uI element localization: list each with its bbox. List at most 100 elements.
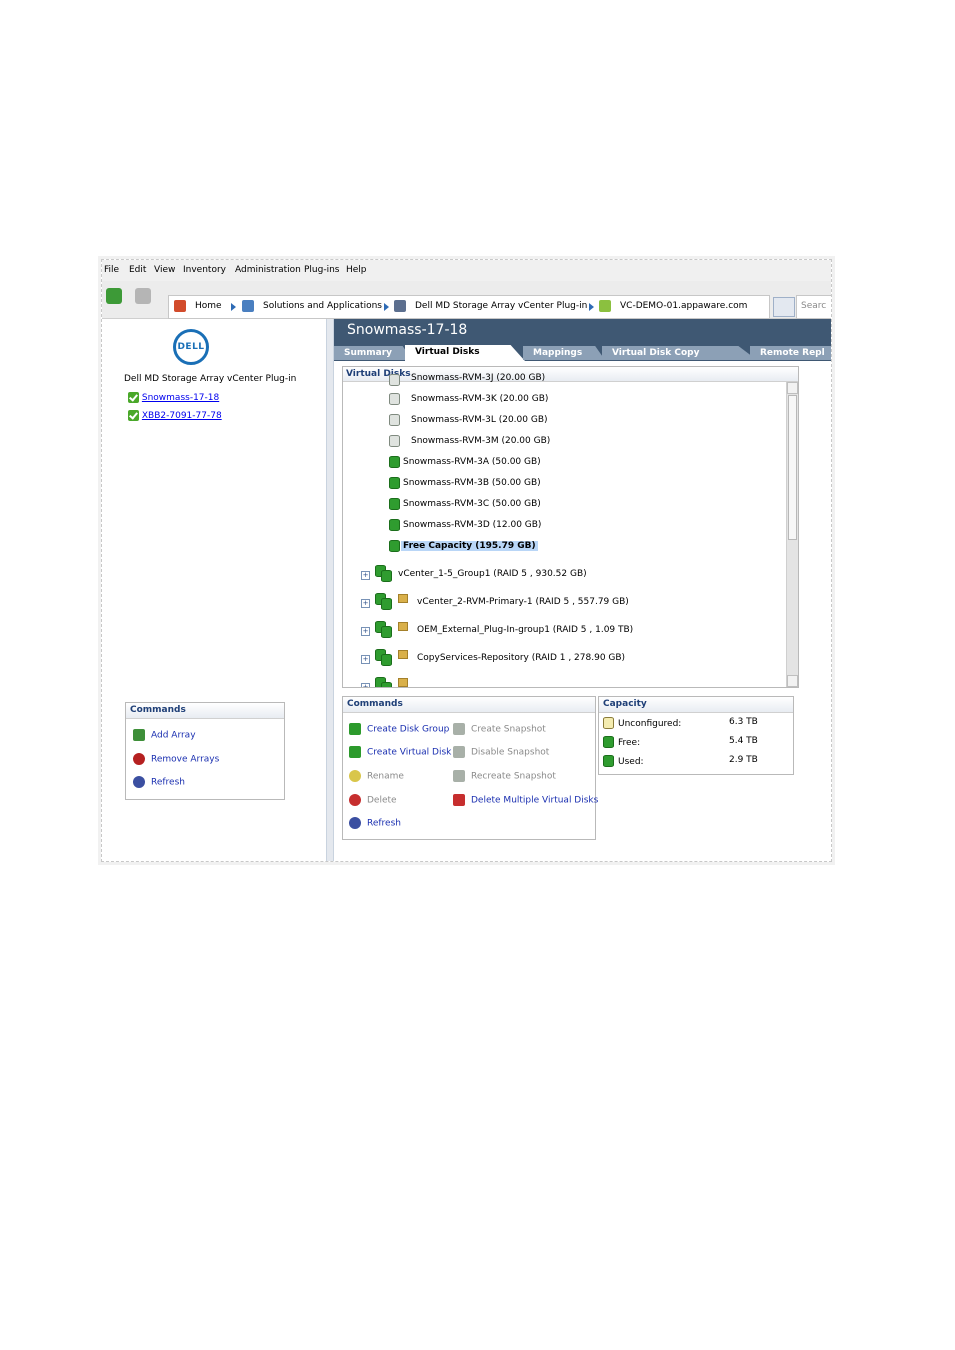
disk-group-icon [349, 723, 361, 735]
panel-splitter[interactable] [326, 319, 334, 861]
virtual-disk-snapshot-icon [389, 435, 400, 447]
delete-label: Delete [367, 795, 397, 806]
tab-summary[interactable]: Summary [334, 346, 412, 360]
disk-group-icon [381, 626, 392, 638]
list-item[interactable]: Snowmass-RVM-3L (20.00 GB) [389, 414, 548, 426]
check-icon [128, 410, 139, 421]
plugin-title: Dell MD Storage Array vCenter Plug-in [124, 374, 297, 384]
list-item-label: Snowmass-RVM-3K (20.00 GB) [411, 394, 549, 404]
create-disk-group-label: Create Disk Group [367, 724, 450, 735]
breadcrumb: Home Solutions and Applications Dell MD … [168, 295, 770, 319]
disk-group-row[interactable]: + vCenter_1-5_Group1 (RAID 5 , 930.52 GB… [361, 565, 587, 582]
list-item-selected[interactable]: Free Capacity (195.79 GB) [389, 540, 538, 552]
delete-multiple-virtual-disks-button[interactable]: Delete Multiple Virtual Disks [453, 794, 598, 806]
list-item[interactable]: Snowmass-RVM-3J (20.00 GB) [389, 373, 545, 386]
list-item[interactable]: Snowmass-RVM-3K (20.00 GB) [389, 393, 549, 405]
create-disk-group-button[interactable]: Create Disk Group [349, 723, 449, 735]
breadcrumb-separator-icon [231, 303, 236, 311]
breadcrumb-plugin[interactable]: Dell MD Storage Array vCenter Plug-in [415, 301, 587, 311]
virtual-disk-icon [389, 477, 400, 489]
list-item[interactable]: Snowmass-RVM-3A (50.00 GB) [389, 456, 541, 468]
lock-icon [398, 622, 408, 631]
disable-snapshot-button[interactable]: Disable Snapshot [453, 746, 549, 758]
menu-plugins[interactable]: Plug-ins [304, 265, 340, 275]
menu-bar: File Edit View Inventory Administration … [102, 260, 831, 282]
breadcrumb-home[interactable]: Home [195, 301, 222, 311]
list-item-label: Snowmass-RVM-3B (50.00 GB) [403, 478, 541, 488]
disk-group-row[interactable]: + vCenter_2-RVM-Primary-1 (RAID 5 , 557.… [361, 593, 629, 610]
commands-header: Commands [126, 703, 284, 719]
menu-help[interactable]: Help [346, 265, 367, 275]
search-scope-dropdown[interactable] [773, 297, 795, 317]
scroll-thumb[interactable] [788, 395, 797, 540]
lock-icon [398, 594, 408, 603]
create-virtual-disk-button[interactable]: Create Virtual Disk [349, 746, 451, 758]
main-header: Snowmass-17-18 Summary Virtual Disks Map… [334, 319, 831, 361]
expand-icon[interactable]: + [361, 655, 370, 664]
left-commands-panel: Commands Add Array Remove Arrays Refresh [125, 702, 285, 800]
virtual-disk-snapshot-icon [389, 414, 400, 426]
expand-icon[interactable]: + [361, 683, 370, 687]
add-array-button[interactable]: Add Array [133, 729, 196, 741]
virtual-disk-icon [389, 519, 400, 531]
rename-button[interactable]: Rename [349, 770, 404, 782]
expand-icon[interactable]: + [361, 571, 370, 580]
capacity-unconfigured-value: 6.3 TB [729, 717, 758, 727]
navigation-bar: Home Solutions and Applications Dell MD … [102, 281, 831, 319]
remove-arrays-button[interactable]: Remove Arrays [133, 753, 219, 765]
dell-logo: DELL [173, 329, 209, 365]
create-snapshot-button[interactable]: Create Snapshot [453, 723, 546, 735]
tab-virtual-disks[interactable]: Virtual Disks [405, 345, 525, 361]
list-item[interactable]: Snowmass-RVM-3B (50.00 GB) [389, 477, 541, 489]
disk-group-label: vCenter_1-5_Group1 (RAID 5 , 930.52 GB) [398, 569, 587, 579]
disk-group-icon [381, 598, 392, 610]
breadcrumb-solutions[interactable]: Solutions and Applications [263, 301, 382, 311]
rename-icon [349, 770, 361, 782]
add-array-label: Add Array [151, 730, 196, 741]
scroll-up-button[interactable] [787, 382, 798, 394]
menu-inventory[interactable]: Inventory [183, 265, 226, 275]
menu-edit[interactable]: Edit [129, 265, 146, 275]
tab-mappings[interactable]: Mappings [523, 346, 605, 360]
list-item-label: Snowmass-RVM-3L (20.00 GB) [411, 415, 548, 425]
disk-group-row[interactable]: + CopyServices-Repository (RAID 1 , 278.… [361, 649, 625, 666]
list-item[interactable]: Snowmass-RVM-3M (20.00 GB) [389, 435, 550, 447]
menu-view[interactable]: View [154, 265, 175, 275]
list-item-label: Snowmass-RVM-3D (12.00 GB) [403, 520, 542, 530]
back-button[interactable] [106, 288, 122, 304]
commands-header: Commands [343, 697, 595, 713]
free-capacity-icon [603, 736, 614, 748]
array-link-xbb2[interactable]: XBB2-7091-77-78 [142, 411, 222, 421]
tab-remote-replication[interactable]: Remote Repl [750, 346, 831, 360]
recreate-snapshot-label: Recreate Snapshot [471, 771, 556, 782]
refresh-button[interactable]: Refresh [133, 776, 185, 788]
recreate-snapshot-button[interactable]: Recreate Snapshot [453, 770, 556, 782]
expand-icon[interactable]: + [361, 627, 370, 636]
menu-file[interactable]: File [104, 265, 119, 275]
list-item[interactable]: Snowmass-RVM-3D (12.00 GB) [389, 519, 542, 531]
vertical-scrollbar[interactable] [786, 382, 798, 687]
refresh-button[interactable]: Refresh [349, 817, 401, 829]
tab-virtual-disk-copy[interactable]: Virtual Disk Copy [602, 346, 757, 360]
capacity-used-label: Used: [618, 757, 644, 767]
delete-button[interactable]: Delete [349, 794, 397, 806]
unconfigured-capacity-icon [603, 717, 614, 729]
lock-icon [398, 678, 408, 687]
scroll-down-button[interactable] [787, 675, 798, 687]
disk-group-row[interactable]: + OEM_External_Plug-In-group1 (RAID 5 , … [361, 621, 633, 638]
expand-icon[interactable]: + [361, 599, 370, 608]
home-icon [174, 300, 186, 312]
disable-snapshot-icon [453, 746, 465, 758]
forward-button[interactable] [135, 288, 151, 304]
list-item[interactable]: Snowmass-RVM-3C (50.00 GB) [389, 498, 541, 510]
virtual-disk-snapshot-icon [389, 374, 400, 386]
snapshot-icon [453, 723, 465, 735]
dell-logo-text: DELL [177, 342, 205, 352]
search-input[interactable]: Searc [796, 295, 831, 319]
refresh-label: Refresh [367, 818, 401, 829]
array-link-snowmass[interactable]: Snowmass-17-18 [142, 393, 219, 403]
list-item-label: Snowmass-RVM-3A (50.00 GB) [403, 457, 541, 467]
menu-administration[interactable]: Administration [235, 265, 301, 275]
breadcrumb-vcenter[interactable]: VC-DEMO-01.appaware.com [620, 301, 747, 311]
solutions-icon [242, 300, 254, 312]
